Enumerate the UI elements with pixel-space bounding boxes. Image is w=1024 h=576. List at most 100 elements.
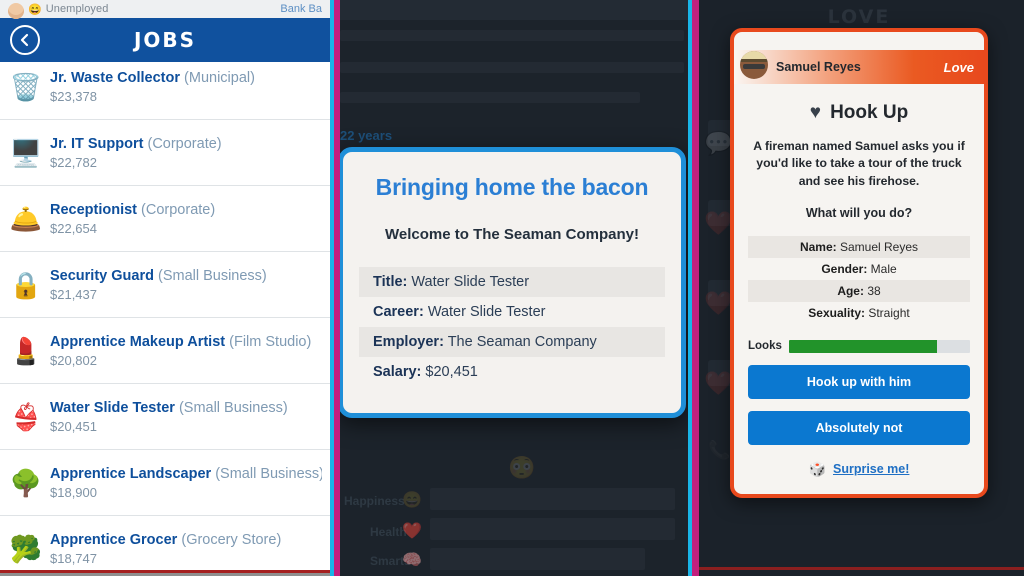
avatar: [740, 51, 768, 79]
detail-label: Career:: [373, 304, 424, 320]
detail-value: Water Slide Tester: [427, 304, 546, 320]
job-title: Security Guard: [50, 267, 154, 284]
background-icon: 💬: [704, 130, 733, 156]
table-row: Name: Samuel Reyes: [748, 235, 970, 258]
table-row: Employer: The Seaman Company: [359, 327, 665, 357]
broccoli-icon: 🥦: [9, 533, 43, 564]
job-title: Apprentice Landscaper: [50, 465, 212, 482]
background-stat-label: Happiness: [344, 494, 405, 508]
table-row: Salary: $20,451: [359, 357, 665, 387]
background-emoji-icon: 😳: [508, 455, 536, 480]
background-icon: ❤️: [704, 370, 733, 396]
list-item[interactable]: 🌳 Apprentice Landscaper (Small Business)…: [0, 450, 330, 516]
detail-value: $20,451: [425, 364, 478, 380]
surprise-me-link[interactable]: 🎲 Surprise me!: [748, 461, 970, 478]
background-icon: ❤️: [704, 290, 733, 316]
list-item[interactable]: 👙 Water Slide Tester (Small Business) $2…: [0, 384, 330, 450]
progress-fill: [788, 339, 938, 353]
job-salary: $22,654: [50, 220, 97, 236]
list-item[interactable]: 🔒 Security Guard (Small Business) $21,43…: [0, 252, 330, 318]
jobs-header: JOBS: [0, 18, 330, 62]
background-status-bar: [335, 0, 689, 20]
looks-label: Looks: [748, 340, 782, 353]
happy-face-icon: 😄: [402, 492, 422, 509]
background-icon: ❤️: [704, 210, 733, 236]
computer-icon: 🖥️: [9, 137, 43, 168]
jobs-list[interactable]: 🗑️ Jr. Waste Collector (Municipal) $23,3…: [0, 54, 330, 576]
looks-meter: Looks: [748, 339, 970, 353]
glasses-icon: [743, 64, 765, 69]
person-attribute-list: Name: Samuel Reyes Gender: Male Age: 38 …: [748, 235, 970, 324]
dice-icon: 🎲: [808, 460, 826, 477]
detail-value: Water Slide Tester: [411, 274, 530, 290]
background-stat-bar: [430, 518, 675, 540]
detail-label: Title:: [373, 274, 408, 290]
attr-value: Samuel Reyes: [839, 239, 919, 254]
brain-icon: 🧠: [402, 552, 422, 569]
hat-icon: [740, 51, 768, 62]
divider: [694, 567, 1024, 570]
job-salary: $22,782: [50, 154, 97, 170]
job-title: Water Slide Tester: [50, 399, 175, 416]
table-row: Sexuality: Straight: [748, 302, 970, 324]
table-row: Title: Water Slide Tester: [359, 267, 665, 297]
tree-icon: 🌳: [9, 467, 43, 498]
background-section-title: LOVE: [827, 6, 891, 28]
job-title: Receptionist: [50, 201, 138, 218]
list-item[interactable]: 💄 Apprentice Makeup Artist (Film Studio)…: [0, 318, 330, 384]
bikini-icon: 👙: [9, 401, 43, 432]
avatar: [8, 3, 24, 19]
job-employer: (Corporate): [141, 201, 216, 218]
background-stat-bar: [430, 548, 645, 570]
list-item[interactable]: 🖥️ Jr. IT Support (Corporate) $22,782: [0, 120, 330, 186]
attr-label: Gender:: [821, 261, 868, 276]
event-description: A fireman named Samuel asks you if you'd…: [753, 139, 965, 188]
chevron-left-icon: [20, 33, 29, 47]
list-item[interactable]: 🛎️ Receptionist (Corporate) $22,654: [0, 186, 330, 252]
job-employer: (Small Business): [157, 267, 267, 284]
love-event-card: Samuel Reyes Love ♥ Hook Up A fireman na…: [730, 28, 988, 498]
attr-label: Sexuality:: [808, 305, 865, 320]
job-employer: (Municipal): [184, 69, 255, 86]
person-name: Samuel Reyes: [776, 60, 861, 74]
table-row: Career: Water Slide Tester: [359, 297, 665, 327]
panel-divider-magenta: [334, 0, 340, 576]
job-employer: (Small Business): [215, 465, 322, 482]
event-title-row: ♥ Hook Up: [748, 102, 970, 124]
status-bar: 😄 Unemployed Bank Ba: [0, 0, 330, 19]
career-result-modal: Bringing home the bacon Welcome to The S…: [338, 147, 686, 418]
heart-icon: ♥: [809, 102, 822, 123]
job-employer: (Grocery Store): [181, 531, 282, 548]
back-button[interactable]: [10, 25, 40, 55]
job-detail-list: Title: Water Slide Tester Career: Water …: [359, 267, 665, 387]
attr-value: Straight: [868, 305, 910, 320]
bell-icon: 🛎️: [9, 203, 43, 234]
job-title: Jr. IT Support: [50, 135, 144, 152]
surprise-me-label: Surprise me!: [833, 462, 910, 477]
job-salary: $23,378: [50, 88, 97, 104]
card-body: ♥ Hook Up A fireman named Samuel asks yo…: [734, 84, 984, 494]
jobs-panel: 😄 Unemployed Bank Ba JOBS 🗑️ Jr. Waste C…: [0, 0, 330, 576]
table-row: Age: 38: [748, 279, 970, 302]
job-salary: $20,451: [50, 418, 97, 434]
job-employer: (Small Business): [178, 399, 288, 416]
list-item[interactable]: 🥦 Apprentice Grocer (Grocery Store) $18,…: [0, 516, 330, 576]
background-text-line: [340, 30, 684, 41]
decline-button[interactable]: Absolutely not: [748, 410, 970, 445]
card-header: Samuel Reyes Love: [734, 50, 984, 84]
table-row: Gender: Male: [748, 258, 970, 280]
background-icon: 📞: [708, 440, 731, 460]
page-title: JOBS: [133, 28, 197, 52]
background-text-line: [340, 92, 640, 103]
hook-up-button[interactable]: Hook up with him: [748, 364, 970, 399]
bank-balance-label: Bank Ba: [280, 3, 322, 15]
job-salary: $18,900: [50, 484, 97, 500]
heart-icon: ❤️: [402, 523, 422, 540]
event-question: What will you do?: [805, 205, 913, 220]
status-badge: Love: [943, 59, 974, 75]
list-item[interactable]: 🗑️ Jr. Waste Collector (Municipal) $23,3…: [0, 54, 330, 120]
attr-label: Name:: [799, 239, 837, 254]
job-salary: $18,747: [50, 550, 97, 566]
happy-face-icon: 😄: [28, 3, 42, 16]
detail-label: Employer:: [373, 334, 444, 350]
